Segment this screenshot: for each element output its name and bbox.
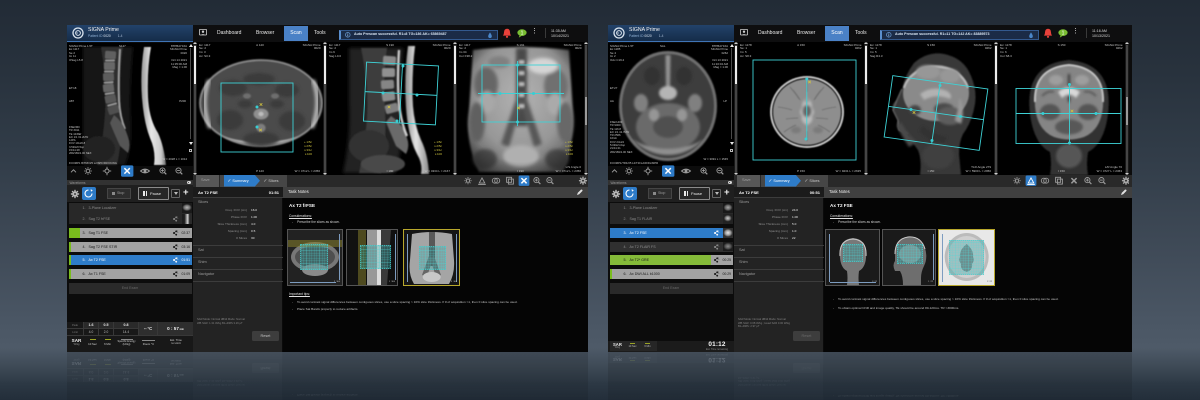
svg-text:1: 1 [1062, 30, 1065, 36]
svg-text:1: 1 [718, 258, 720, 261]
svg-text:1: 1 [177, 258, 179, 261]
svg-text:1: 1 [177, 272, 179, 275]
svg-text:1: 1 [177, 244, 179, 247]
svg-text:1: 1 [718, 272, 720, 275]
svg-text:1: 1 [177, 231, 179, 234]
svg-text:1: 1 [177, 217, 179, 220]
svg-text:1: 1 [718, 231, 720, 234]
svg-text:1: 1 [521, 30, 524, 36]
svg-text:1: 1 [718, 244, 720, 247]
